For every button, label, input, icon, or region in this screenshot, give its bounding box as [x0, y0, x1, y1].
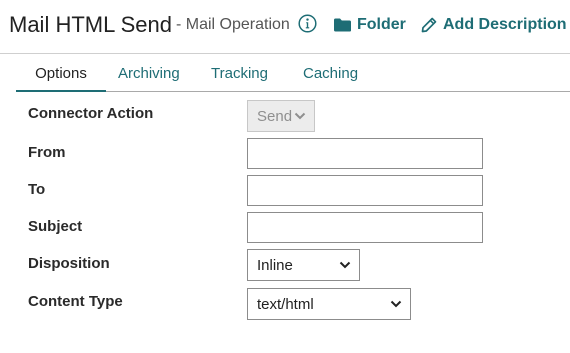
to-field[interactable] — [247, 175, 483, 206]
from-label: From — [28, 144, 66, 161]
subject-label: Subject — [28, 218, 83, 235]
tab-caching[interactable]: Caching — [303, 56, 358, 92]
pencil-icon — [421, 17, 437, 33]
tab-options[interactable]: Options — [16, 56, 106, 92]
tab-bar: Options Archiving Tracking Caching — [16, 56, 570, 92]
to-label: To — [28, 181, 46, 198]
page-title: Mail HTML Send — [9, 12, 173, 37]
chevron-down-icon — [339, 261, 351, 269]
chevron-down-icon — [390, 300, 402, 308]
folder-label: Folder — [357, 16, 406, 33]
folder-icon — [334, 18, 351, 32]
page-header: Mail HTML Send - Mail Operation Folder A… — [0, 0, 570, 54]
tab-archiving[interactable]: Archiving — [118, 56, 180, 92]
from-field[interactable] — [247, 138, 483, 169]
subject-field[interactable] — [247, 212, 483, 243]
connector-action-value: Send — [257, 107, 293, 125]
content-type-select[interactable]: text/html — [247, 288, 411, 320]
add-description-button[interactable]: Add Description — [421, 15, 567, 35]
connector-action-label: Connector Action — [28, 105, 154, 122]
info-icon[interactable] — [298, 14, 317, 33]
page-subtitle: - Mail Operation — [176, 16, 290, 33]
mail-operation-page: Mail HTML Send - Mail Operation Folder A… — [0, 0, 570, 353]
add-description-label: Add Description — [443, 16, 567, 33]
chevron-down-icon — [294, 112, 306, 120]
content-type-label: Content Type — [28, 293, 123, 310]
connector-action-select: Send — [247, 100, 315, 132]
tab-tracking[interactable]: Tracking — [211, 56, 268, 92]
folder-button[interactable]: Folder — [334, 15, 406, 35]
disposition-select[interactable]: Inline — [247, 249, 360, 281]
disposition-value: Inline — [257, 256, 293, 274]
content-type-value: text/html — [257, 295, 314, 313]
disposition-label: Disposition — [28, 255, 110, 272]
